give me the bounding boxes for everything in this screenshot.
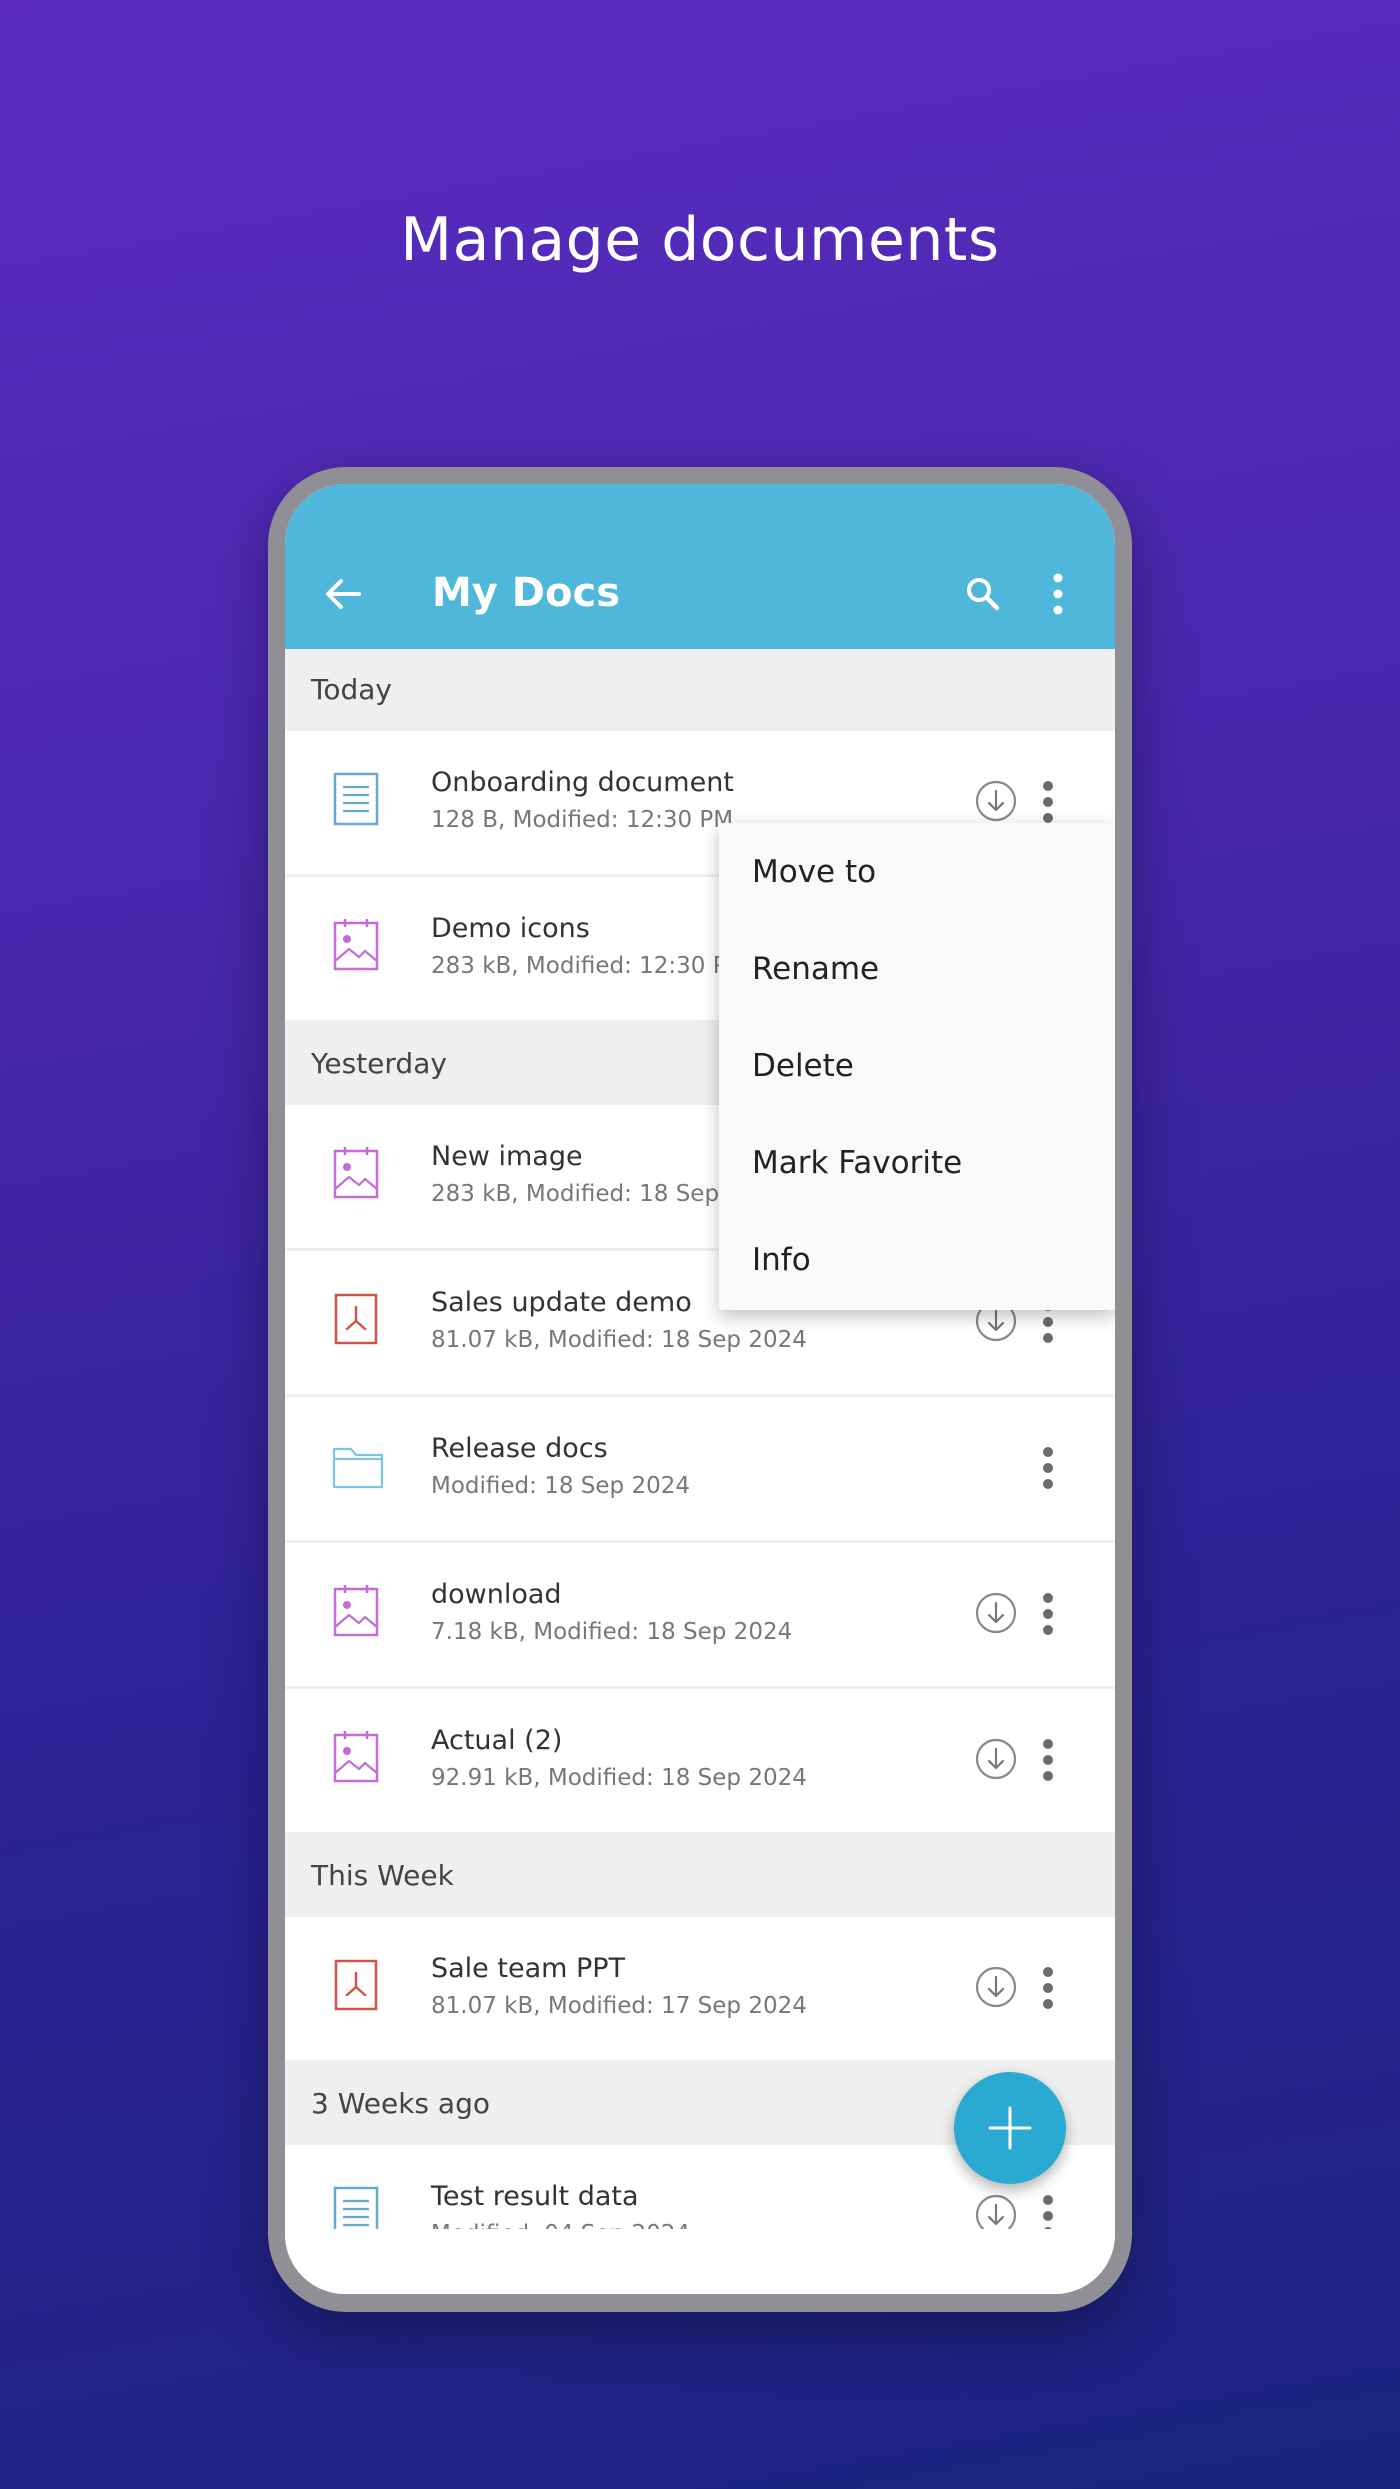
app-title: My Docs	[432, 570, 621, 616]
add-document-button[interactable]	[954, 2072, 1066, 2184]
download-icon[interactable]	[975, 2194, 1017, 2229]
document-meta: 92.91 kB, Modified: 18 Sep 2024	[431, 1765, 807, 1791]
menu-item-rename[interactable]: Rename	[752, 951, 879, 987]
context-menu: Move to Rename Delete Mark Favorite Info	[719, 823, 1115, 1310]
pdf-icon	[331, 1291, 381, 1347]
document-name: Sale team PPT	[431, 1953, 626, 1984]
document-name: download	[431, 1579, 562, 1610]
document-row[interactable]: Sale team PPT 81.07 kB, Modified: 17 Sep …	[285, 1917, 1115, 2063]
screen-bottom	[285, 2229, 1115, 2294]
image-icon	[331, 1729, 381, 1785]
download-icon[interactable]	[975, 1966, 1017, 2008]
page-headline: Manage documents	[400, 205, 1000, 275]
image-icon	[331, 917, 381, 973]
row-more-icon[interactable]	[1041, 1737, 1055, 1783]
document-name: Demo icons	[431, 913, 590, 944]
document-meta: Modified: 04 Sep 2024	[431, 2221, 690, 2229]
download-icon[interactable]	[975, 780, 1017, 822]
phone-frame: My Docs Today Onboarding document 128 B, M…	[268, 467, 1132, 2312]
image-icon	[331, 1583, 381, 1639]
section-label: Yesterday	[311, 1047, 447, 1080]
document-meta: 81.07 kB, Modified: 18 Sep 2024	[431, 1327, 807, 1353]
document-name: Release docs	[431, 1433, 608, 1464]
document-name: Onboarding document	[431, 767, 734, 798]
app-bar: My Docs	[285, 484, 1115, 649]
search-icon[interactable]	[965, 576, 1001, 612]
row-more-icon[interactable]	[1041, 1591, 1055, 1637]
download-icon[interactable]	[975, 1738, 1017, 1780]
document-icon	[331, 2185, 381, 2229]
row-more-icon[interactable]	[1041, 1965, 1055, 2011]
document-name: Test result data	[431, 2181, 639, 2212]
document-meta: 81.07 kB, Modified: 17 Sep 2024	[431, 1993, 807, 2019]
menu-item-mark-favorite[interactable]: Mark Favorite	[752, 1145, 962, 1181]
download-icon[interactable]	[975, 1592, 1017, 1634]
document-row[interactable]: Release docs Modified: 18 Sep 2024	[285, 1397, 1115, 1543]
document-row[interactable]: download 7.18 kB, Modified: 18 Sep 2024	[285, 1543, 1115, 1689]
image-icon	[331, 1145, 381, 1201]
document-name: Sales update demo	[431, 1287, 692, 1318]
document-name: New image	[431, 1141, 583, 1172]
plus-icon	[988, 2106, 1032, 2150]
phone-screen: My Docs Today Onboarding document 128 B, M…	[285, 484, 1115, 2294]
document-meta: 283 kB, Modified: 12:30 PM	[431, 953, 747, 979]
menu-item-info[interactable]: Info	[752, 1242, 811, 1278]
folder-icon	[331, 1437, 384, 1493]
section-label: 3 Weeks ago	[311, 2087, 490, 2120]
section-label: Today	[311, 673, 392, 706]
row-more-icon[interactable]	[1041, 1445, 1055, 1491]
document-name: Actual (2)	[431, 1725, 563, 1756]
document-meta: Modified: 18 Sep 2024	[431, 1473, 690, 1499]
menu-item-move-to[interactable]: Move to	[752, 854, 876, 890]
document-row[interactable]: Actual (2) 92.91 kB, Modified: 18 Sep 202…	[285, 1689, 1115, 1835]
pdf-icon	[331, 1957, 381, 2013]
section-header: Today	[285, 649, 1115, 731]
back-arrow-icon[interactable]	[323, 574, 363, 614]
section-label: This Week	[311, 1859, 454, 1892]
section-header: This Week	[285, 1835, 1115, 1917]
row-more-icon[interactable]	[1041, 779, 1055, 825]
overflow-menu-icon[interactable]	[1050, 572, 1066, 616]
menu-item-delete[interactable]: Delete	[752, 1048, 854, 1084]
document-meta: 128 B, Modified: 12:30 PM	[431, 807, 734, 833]
document-icon	[331, 771, 381, 827]
document-meta: 7.18 kB, Modified: 18 Sep 2024	[431, 1619, 793, 1645]
row-more-icon[interactable]	[1041, 2193, 1055, 2229]
